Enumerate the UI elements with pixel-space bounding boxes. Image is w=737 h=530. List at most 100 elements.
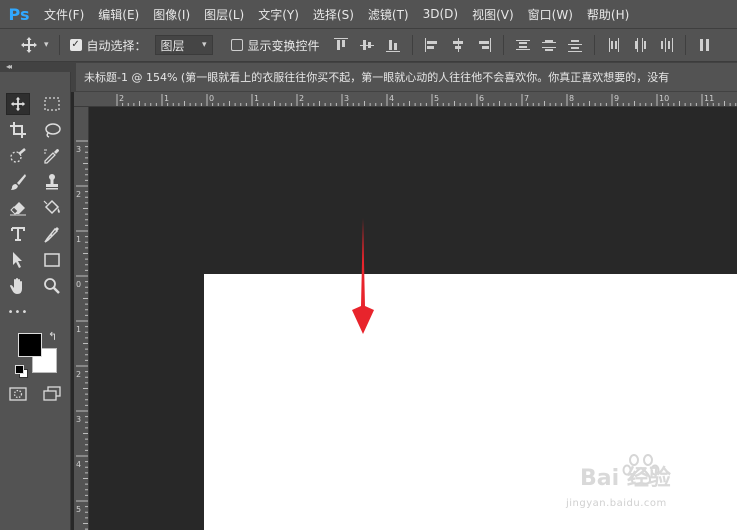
menu-type[interactable]: 文字(Y)	[258, 6, 299, 23]
menu-filter[interactable]: 滤镜(T)	[368, 6, 409, 23]
distribute-vertical-center-icon[interactable]	[541, 38, 556, 52]
distribute-bottom-icon[interactable]	[567, 38, 582, 52]
quick-mask-button[interactable]	[6, 383, 30, 405]
photoshop-logo: Ps	[8, 4, 30, 24]
stamp-icon	[46, 174, 58, 190]
menu-help[interactable]: 帮助(H)	[587, 6, 629, 23]
align-left-icon[interactable]	[424, 38, 439, 52]
show-transform-label: 显示变换控件	[247, 38, 320, 53]
align-horizontal-center-icon[interactable]	[451, 38, 465, 52]
default-colors-icon[interactable]	[15, 365, 28, 378]
foreground-color-swatch[interactable]	[18, 333, 42, 357]
menu-bar: Ps 文件(F) 编辑(E) 图像(I) 图层(L) 文字(Y) 选择(S) 滤…	[0, 0, 737, 28]
menu-layer[interactable]: 图层(L)	[204, 6, 244, 23]
auto-select-target-value: 图层	[160, 38, 185, 53]
eyedropper-tool[interactable]	[40, 145, 64, 167]
pen-tool[interactable]	[40, 223, 64, 245]
move-tool[interactable]	[6, 93, 30, 115]
ruler-label: 7	[524, 94, 529, 103]
lasso-tool[interactable]	[40, 119, 64, 141]
collapse-panel-icon[interactable]: ◂◂	[6, 62, 12, 71]
menu-3d[interactable]: 3D(D)	[423, 7, 458, 21]
ruler-label: 3	[76, 415, 81, 424]
ruler-label: 6	[479, 94, 484, 103]
auto-select-label: 自动选择：	[86, 38, 147, 53]
hand-tool[interactable]	[6, 275, 30, 297]
watermark-url: jingyan.baidu.com	[566, 498, 667, 509]
path-selection-tool[interactable]	[6, 249, 30, 271]
ruler-label: 1	[76, 325, 81, 334]
menu-file[interactable]: 文件(F)	[44, 6, 84, 23]
ruler-label: 4	[389, 94, 394, 103]
move-icon	[10, 96, 26, 112]
rectangle-icon	[44, 253, 60, 267]
brush-tool[interactable]	[6, 171, 30, 193]
options-bar: ▾ ✓ 自动选择： 图层 ▾ 显示变换控件	[0, 28, 737, 62]
ruler-label: 10	[659, 94, 669, 103]
move-icon[interactable]	[20, 36, 38, 54]
tools-panel: ••• ↰	[0, 72, 71, 530]
separator	[684, 35, 686, 55]
distribute-right-icon[interactable]	[659, 38, 673, 52]
hand-icon	[10, 278, 22, 294]
zoom-tool[interactable]	[40, 275, 64, 297]
separator	[593, 35, 595, 55]
horizontal-ruler-ticks: 2 1 0 1 2 3 4 5 6 7 8 9 10 11	[116, 94, 737, 106]
marquee-tool[interactable]	[40, 93, 64, 115]
auto-select-checkbox[interactable]: ✓	[69, 39, 82, 51]
screen-mode-button[interactable]	[40, 383, 64, 405]
align-buttons	[333, 35, 724, 55]
crop-tool[interactable]	[6, 119, 30, 141]
screen-mode-icon	[43, 386, 61, 401]
clone-stamp-tool[interactable]	[40, 171, 64, 193]
menu-edit[interactable]: 编辑(E)	[98, 6, 139, 23]
align-right-icon[interactable]	[477, 38, 491, 52]
align-bottom-icon[interactable]	[385, 38, 400, 52]
auto-select-target-dropdown[interactable]: 图层 ▾	[154, 35, 213, 55]
separator	[58, 35, 60, 55]
horizontal-ruler[interactable]: 2 1 0 1 2 3 4 5 6 7 8 9 10 11	[74, 92, 737, 107]
path-selection-icon	[13, 252, 22, 268]
quick-mask-icon	[9, 387, 27, 401]
ruler-label: 5	[76, 505, 81, 514]
ruler-label: 0	[76, 280, 81, 289]
more-tools-button[interactable]: •••	[6, 301, 30, 323]
show-transform-checkbox[interactable]	[230, 39, 243, 51]
ruler-label: 5	[434, 94, 439, 103]
ruler-label: 4	[76, 460, 81, 469]
auto-align-icon[interactable]	[698, 38, 712, 52]
distribute-horizontal-center-icon[interactable]	[633, 38, 647, 52]
align-vertical-center-icon[interactable]	[359, 38, 374, 52]
paint-bucket-tool[interactable]	[40, 197, 64, 219]
rectangle-tool[interactable]	[40, 249, 64, 271]
type-tool[interactable]	[6, 223, 30, 245]
brush-icon	[11, 174, 26, 190]
eyedropper-icon	[44, 149, 59, 164]
menu-view[interactable]: 视图(V)	[472, 6, 514, 23]
pen-icon	[44, 227, 59, 243]
menu-image[interactable]: 图像(I)	[153, 6, 190, 23]
ruler-label: 1	[254, 94, 259, 103]
eraser-tool[interactable]	[6, 197, 30, 219]
eraser-icon	[10, 202, 26, 216]
quick-selection-tool[interactable]	[6, 145, 30, 167]
document-tab[interactable]: 未标题-1 @ 154% (第一眼就看上的衣服往往你买不起，第一眼就心动的人往往…	[76, 63, 737, 91]
rectangle-marquee-icon	[44, 97, 60, 111]
swap-colors-icon[interactable]: ↰	[48, 330, 57, 343]
zoom-icon	[44, 278, 60, 294]
menu-select[interactable]: 选择(S)	[313, 6, 354, 23]
ruler-label: 2	[119, 94, 124, 103]
distribute-left-icon[interactable]	[607, 38, 621, 52]
ruler-label: 9	[614, 94, 619, 103]
ruler-label: 8	[569, 94, 574, 103]
separator	[411, 35, 413, 55]
quick-selection-icon	[10, 148, 26, 163]
align-top-icon[interactable]	[333, 38, 348, 52]
distribute-top-icon[interactable]	[515, 38, 530, 52]
tool-preset-caret-icon[interactable]: ▾	[44, 40, 49, 50]
menu-window[interactable]: 窗口(W)	[528, 6, 573, 23]
ruler-label: 3	[344, 94, 349, 103]
ruler-label: 1	[164, 94, 169, 103]
vertical-ruler[interactable]: 3 2 1 0 1 2 3 4 5	[74, 107, 89, 530]
ruler-label: 2	[76, 190, 81, 199]
